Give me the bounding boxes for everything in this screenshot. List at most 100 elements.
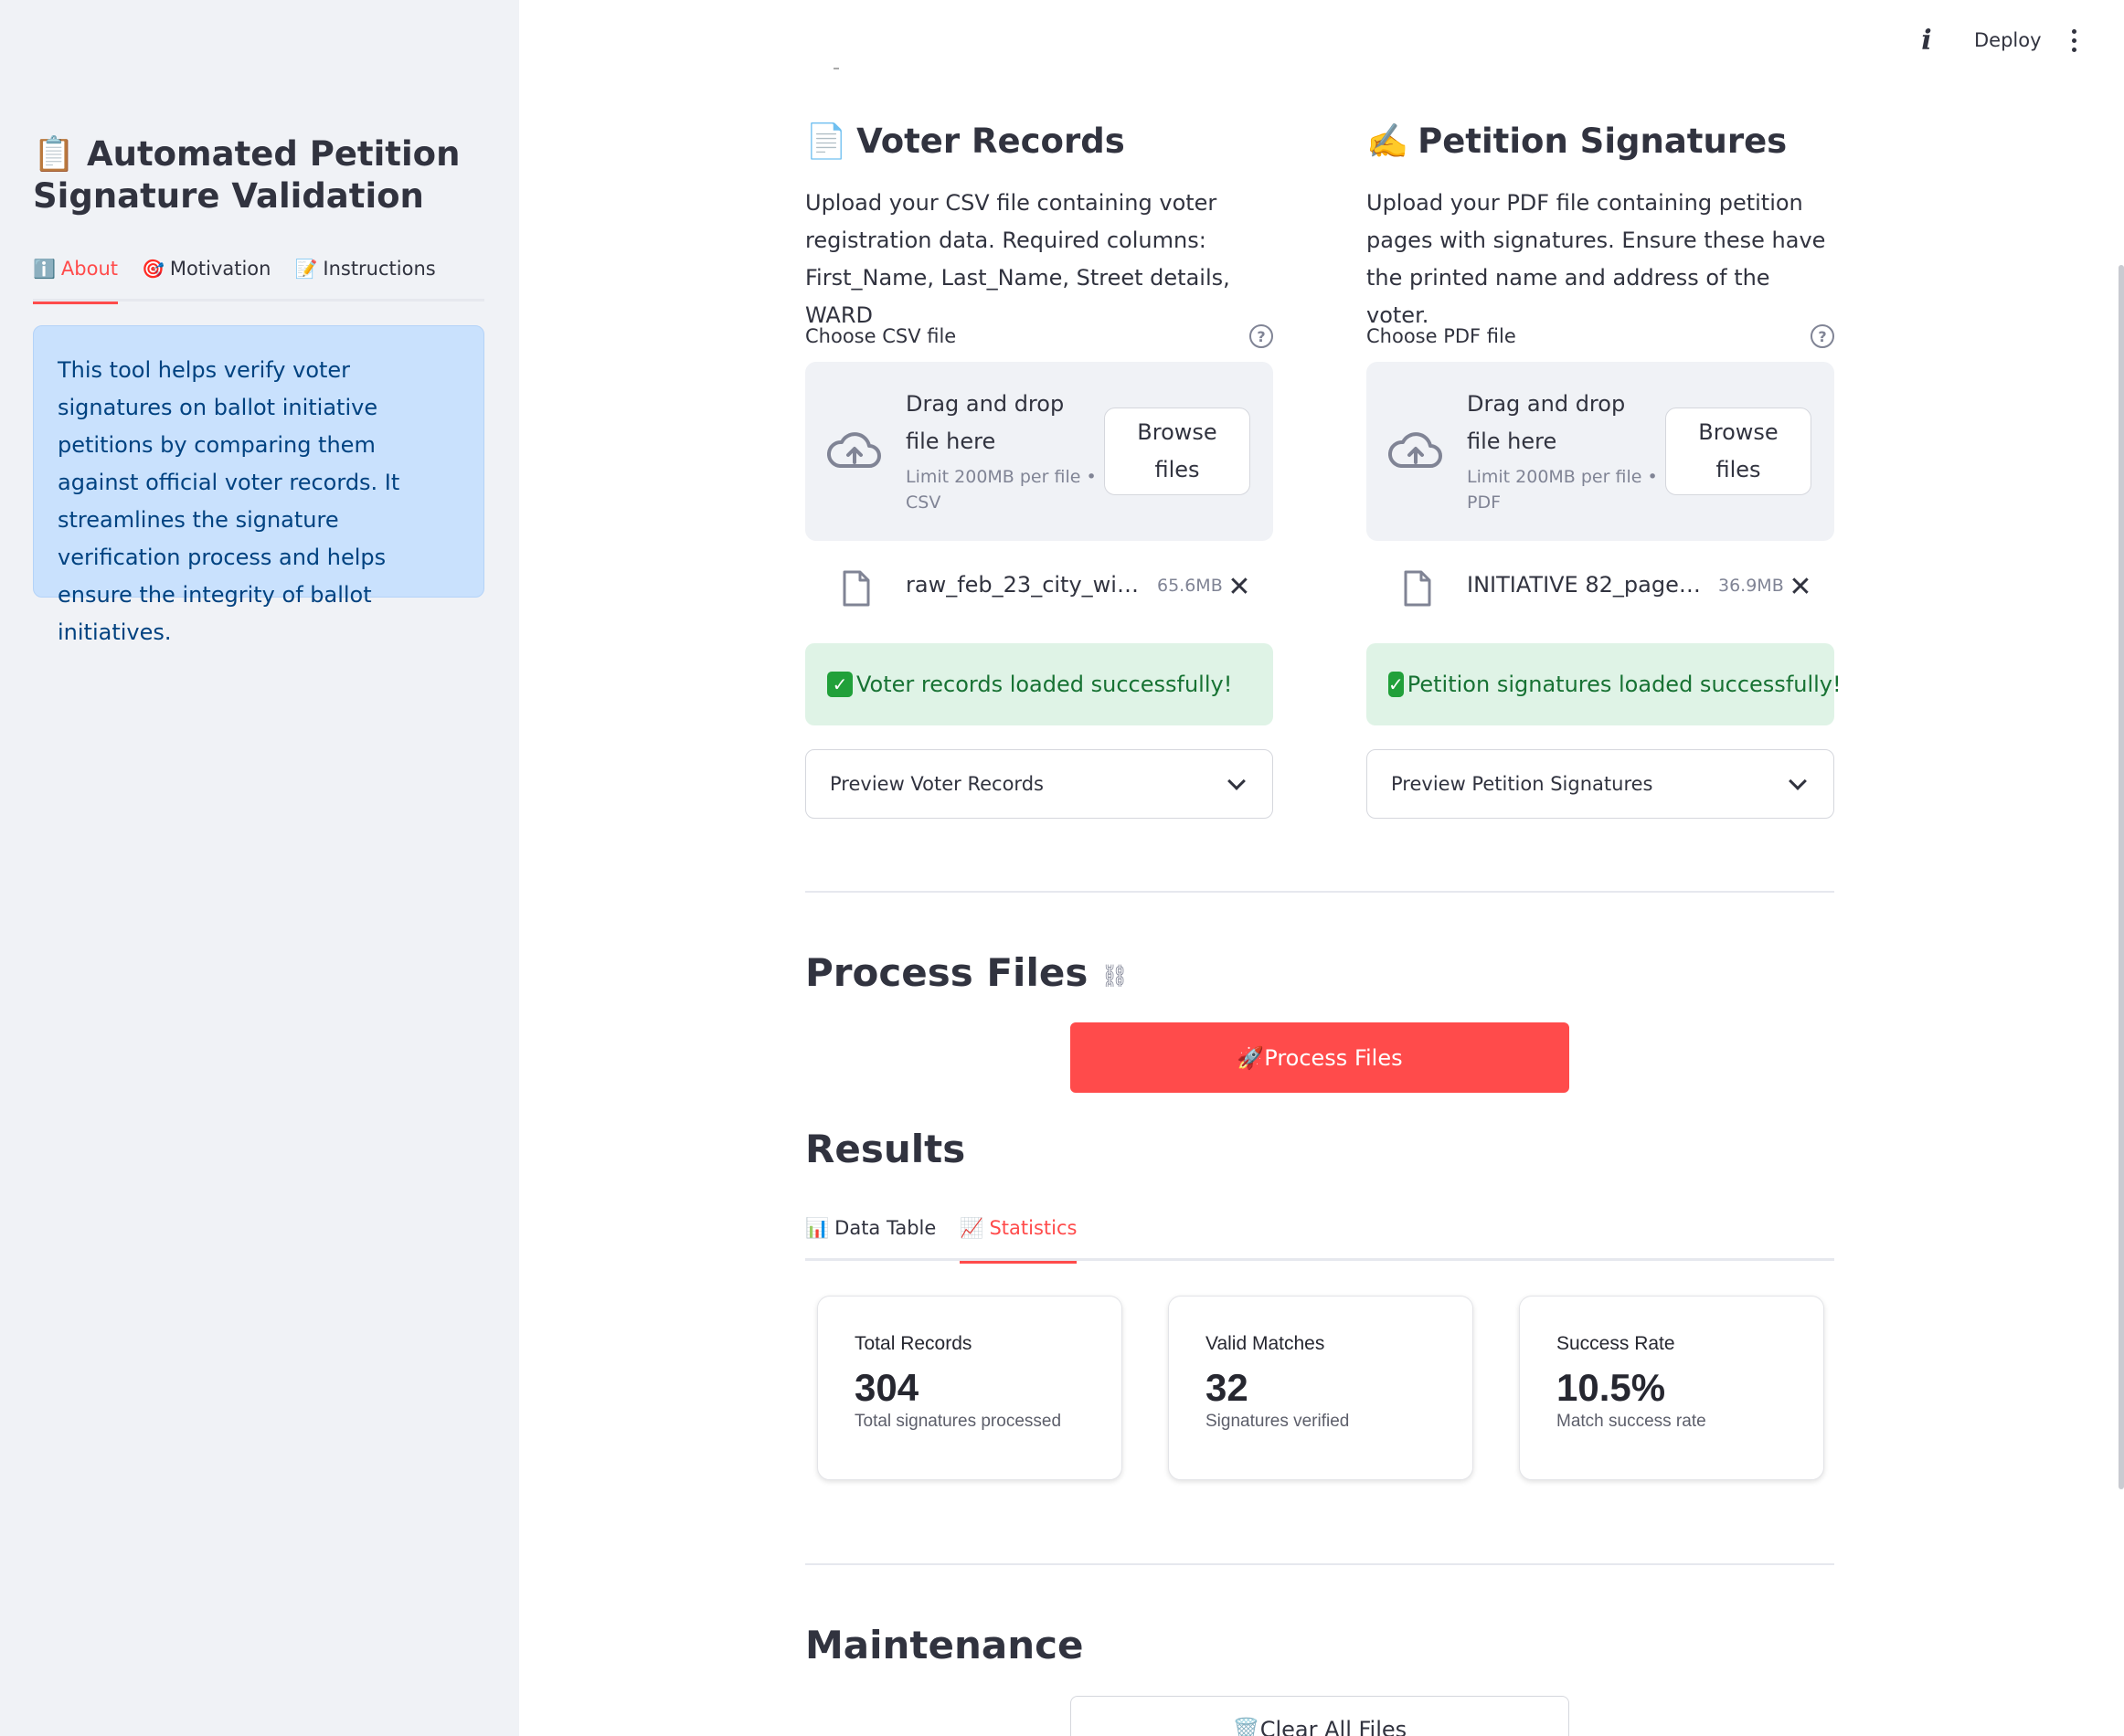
voter-records-section: 📄 Voter Records Upload your CSV file cont… (805, 110, 1273, 819)
petition-signatures-heading: ✍️ Petition Signatures (1366, 110, 1834, 174)
tab-about[interactable]: ℹ️ About (33, 252, 118, 304)
preview-petition-signatures-label: Preview Petition Signatures (1391, 773, 1653, 795)
tab-instructions-label: Instructions (323, 258, 436, 280)
maintenance-heading: Maintenance (805, 1623, 1084, 1667)
voter-records-title: Voter Records (856, 122, 1125, 161)
tab-about-label: About (60, 258, 118, 280)
file-icon (843, 570, 870, 607)
metric-value: 32 (1205, 1366, 1248, 1409)
sidebar-title-text: Automated Petition Signature Validation (33, 134, 461, 216)
rocket-icon: 🚀 (1237, 1044, 1265, 1071)
check-mark-icon: ✓ (827, 672, 853, 697)
preview-voter-records-expander[interactable]: Preview Voter Records (805, 749, 1273, 819)
link-icon[interactable]: ⛓ (1100, 963, 1128, 989)
csv-file-size: 65.6MB (1157, 576, 1223, 596)
metric-subtitle: Total signatures processed (855, 1412, 1062, 1431)
target-icon: 🎯 (142, 258, 165, 280)
metric-card-valid-matches: Valid Matches 32 Signatures verified (1168, 1296, 1473, 1480)
sidebar-tabs: ℹ️ About 🎯 Motivation 📝 Instructions (33, 252, 484, 304)
deploy-button[interactable]: Deploy (1961, 22, 2055, 58)
process-files-heading-text: Process Files (805, 950, 1089, 995)
trend-chart-icon: 📈 (960, 1217, 984, 1239)
petition-signatures-description: Upload your PDF file containing petition… (1366, 190, 1826, 328)
tab-statistics-label: Statistics (989, 1217, 1078, 1239)
metric-value: 10.5% (1556, 1366, 1666, 1409)
csv-limit-text: Limit 200MB per file • CSV (906, 467, 1097, 513)
metric-card-total-records: Total Records 304 Total signatures proce… (817, 1296, 1122, 1480)
app-info-icon[interactable]: i (1914, 22, 1939, 58)
metric-label: Total Records (855, 1333, 972, 1354)
csv-dropzone-text: Drag and drop file here Limit 200MB per … (906, 386, 1098, 515)
csv-dropzone[interactable]: Drag and drop file here Limit 200MB per … (805, 362, 1273, 541)
metric-value: 304 (855, 1366, 919, 1409)
pdf-drop-instructions: Drag and drop file here (1467, 391, 1626, 454)
info-icon: ℹ️ (33, 258, 56, 280)
clear-all-files-button[interactable]: 🗑️ Clear All Files (1070, 1696, 1569, 1736)
bar-chart-icon: 📊 (805, 1217, 830, 1239)
close-icon[interactable]: ✕ (1226, 568, 1253, 605)
sidebar-title: 📋 Automated Petition Signature Validatio… (33, 133, 490, 217)
csv-uploader-label: Choose CSV file (805, 325, 957, 347)
page-scrollbar[interactable] (2119, 265, 2124, 1489)
preview-petition-signatures-expander[interactable]: Preview Petition Signatures (1366, 749, 1834, 819)
pdf-limit-text: Limit 200MB per file • PDF (1467, 467, 1658, 513)
help-icon[interactable]: ? (1249, 324, 1273, 348)
pdf-file-size: 36.9MB (1718, 576, 1784, 596)
voter-success-alert: ✓ Voter records loaded successfully! (805, 643, 1273, 725)
close-icon[interactable]: ✕ (1787, 568, 1814, 605)
csv-uploaded-file: raw_feb_23_city_wid… 65.6MB ✕ (805, 541, 1273, 636)
check-mark-icon: ✓ (1388, 672, 1404, 697)
metric-card-success-rate: Success Rate 10.5% Match success rate (1519, 1296, 1824, 1480)
pdf-dropzone[interactable]: Drag and drop file here Limit 200MB per … (1366, 362, 1834, 541)
clear-all-files-label: Clear All Files (1259, 1717, 1407, 1736)
process-files-button-label: Process Files (1264, 1044, 1403, 1071)
petition-success-alert: ✓ Petition signatures loaded successfull… (1366, 643, 1842, 725)
divider (805, 1563, 1834, 1565)
cloud-upload-icon (1388, 432, 1442, 468)
tab-instructions[interactable]: 📝 Instructions (294, 252, 435, 302)
divider (805, 891, 1834, 893)
process-files-heading: Process Files ⛓ (805, 950, 1129, 995)
petition-signatures-section: ✍️ Petition Signatures Upload your PDF fi… (1366, 110, 1842, 819)
results-tabs: 📊 Data Table 📈 Statistics (805, 1210, 1834, 1264)
clipboard-icon: 📋 (33, 134, 76, 174)
csv-file-name: raw_feb_23_city_wid… (906, 572, 1148, 598)
pdf-uploaded-file: INITIATIVE 82_pages_… 36.9MB ✕ (1366, 541, 1834, 636)
chevron-down-icon (1227, 772, 1246, 790)
petition-signatures-title: Petition Signatures (1418, 122, 1788, 161)
metric-label: Valid Matches (1205, 1333, 1325, 1354)
tab-motivation-label: Motivation (169, 258, 271, 280)
pdf-uploader-label-row: Choose PDF file ? (1366, 322, 1834, 351)
file-icon (1404, 570, 1431, 607)
process-files-button[interactable]: 🚀 Process Files (1070, 1022, 1569, 1093)
about-info-box: This tool helps verify voter signatures … (33, 325, 484, 645)
csv-drop-instructions: Drag and drop file here (906, 391, 1065, 454)
voter-records-heading: 📄 Voter Records (805, 110, 1273, 174)
pdf-file-name: INITIATIVE 82_pages_… (1467, 572, 1709, 598)
pdf-browse-button[interactable]: Browse files (1665, 408, 1811, 495)
pdf-dropzone-text: Drag and drop file here Limit 200MB per … (1467, 386, 1659, 515)
csv-uploader-label-row: Choose CSV file ? (805, 322, 1273, 351)
tab-data-table[interactable]: 📊 Data Table (805, 1210, 936, 1261)
tab-motivation[interactable]: 🎯 Motivation (142, 252, 271, 302)
petition-success-text: Petition signatures loaded successfully! (1407, 672, 1842, 697)
writing-hand-icon: ✍️ (1366, 122, 1409, 161)
page-icon: 📄 (805, 122, 848, 161)
chevron-down-icon (1789, 772, 1807, 790)
collapsed-marker (834, 68, 839, 69)
metric-label: Success Rate (1556, 1333, 1675, 1354)
metric-subtitle: Signatures verified (1205, 1412, 1350, 1431)
cloud-upload-icon (827, 432, 881, 468)
results-heading: Results (805, 1127, 966, 1171)
help-icon[interactable]: ? (1811, 324, 1834, 348)
voter-success-text: Voter records loaded successfully! (856, 672, 1233, 697)
tab-statistics[interactable]: 📈 Statistics (960, 1210, 1078, 1264)
csv-browse-button[interactable]: Browse files (1104, 408, 1250, 495)
preview-voter-records-label: Preview Voter Records (830, 773, 1044, 795)
memo-icon: 📝 (294, 258, 318, 280)
metric-subtitle: Match success rate (1556, 1412, 1706, 1431)
sidebar: 📋 Automated Petition Signature Validatio… (0, 0, 519, 1736)
trash-icon: 🗑️ (1232, 1717, 1260, 1736)
voter-records-description: Upload your CSV file containing voter re… (805, 190, 1230, 328)
main-menu-icon[interactable] (2060, 22, 2087, 58)
